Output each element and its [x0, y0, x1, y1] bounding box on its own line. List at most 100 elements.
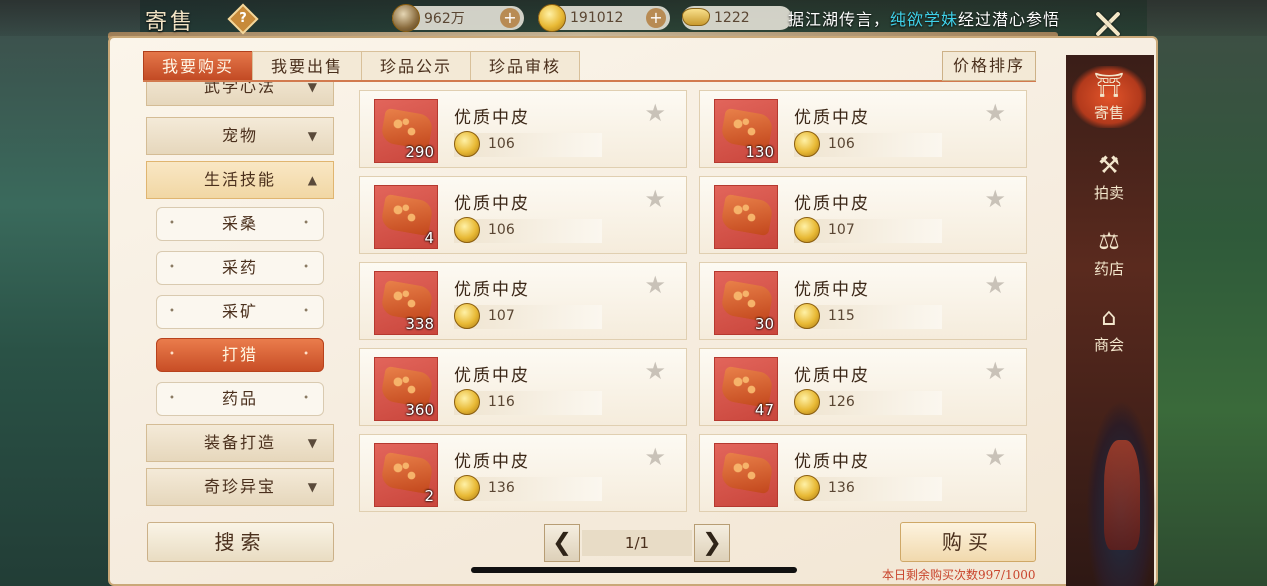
- star-icon[interactable]: ★: [984, 185, 1006, 213]
- item-card[interactable]: 30 优质中皮 ★ 115: [699, 262, 1027, 340]
- category-menu: 武学心法 ▼ 宠物 ▼ 生活技能 ▲ 采桑 采药 采矿 打猎 药品 装备打造 ▼…: [146, 82, 336, 508]
- item-icon: 47: [714, 357, 778, 421]
- subcategory-medicine[interactable]: 药品: [156, 382, 324, 416]
- help-symbol: ?: [239, 11, 247, 26]
- item-price: 116: [488, 394, 515, 410]
- marquee-player-name: 纯欲学妹: [890, 10, 959, 29]
- purchase-quota-text: 本日剩余购买次数997/1000: [882, 568, 1036, 582]
- gold-coin-icon: [794, 131, 820, 157]
- nav-guild-label: 商会: [1093, 336, 1124, 354]
- item-card[interactable]: 优质中皮 ★ 136: [699, 434, 1027, 512]
- buy-button[interactable]: 购买: [900, 522, 1036, 562]
- category-treasures[interactable]: 奇珍异宝 ▼: [146, 468, 334, 506]
- category-equipment-label: 装备打造: [203, 433, 276, 452]
- pagination: ❮ 1/1 ❯: [544, 524, 730, 562]
- tab-treasure-review[interactable]: 珍品审核: [470, 51, 581, 81]
- item-name: 优质中皮: [794, 280, 870, 300]
- category-pets[interactable]: 宠物 ▼: [146, 117, 334, 155]
- prev-page-button[interactable]: ❮: [544, 524, 580, 562]
- nav-guild[interactable]: ⌂ 商会: [1072, 298, 1146, 360]
- item-name: 优质中皮: [454, 452, 530, 472]
- item-price: 106: [828, 136, 855, 152]
- item-price: 107: [488, 308, 515, 324]
- item-icon: 338: [374, 271, 438, 335]
- item-icon: 4: [374, 185, 438, 249]
- price-sort-button[interactable]: 价格排序: [942, 51, 1036, 81]
- nav-consign[interactable]: ⛩ 寄售: [1072, 66, 1146, 128]
- item-name: 优质中皮: [794, 366, 870, 386]
- tab-treasure-public[interactable]: 珍品公示: [361, 51, 472, 81]
- item-card[interactable]: 360 优质中皮 ★ 116: [359, 348, 687, 426]
- resource-copper: 962万 +: [392, 4, 524, 32]
- star-icon[interactable]: ★: [984, 357, 1006, 385]
- item-qty: 47: [754, 401, 774, 419]
- item-price: 107: [828, 222, 855, 238]
- item-price: 136: [488, 480, 515, 496]
- subcategory-mining[interactable]: 采矿: [156, 295, 324, 329]
- category-equipment[interactable]: 装备打造 ▼: [146, 424, 334, 462]
- price-bar: 107: [454, 303, 602, 329]
- star-icon[interactable]: ★: [644, 185, 666, 213]
- item-card[interactable]: 338 优质中皮 ★ 107: [359, 262, 687, 340]
- star-icon[interactable]: ★: [984, 443, 1006, 471]
- category-martial[interactable]: 武学心法 ▼: [146, 82, 334, 106]
- star-icon[interactable]: ★: [984, 99, 1006, 127]
- resource-ingot: 1222: [682, 6, 792, 30]
- nav-consign-label: 寄售: [1093, 104, 1124, 122]
- item-name: 优质中皮: [454, 108, 530, 128]
- add-gold-button[interactable]: +: [646, 8, 666, 28]
- next-page-button[interactable]: ❯: [694, 524, 730, 562]
- item-qty: 130: [745, 143, 774, 161]
- item-name: 优质中皮: [794, 194, 870, 214]
- gold-coin-icon: [794, 303, 820, 329]
- star-icon[interactable]: ★: [644, 271, 666, 299]
- item-price: 136: [828, 480, 855, 496]
- item-card[interactable]: 优质中皮 ★ 107: [699, 176, 1027, 254]
- nav-pharmacy[interactable]: ⚖ 药店: [1072, 222, 1146, 284]
- resource-gold: 191012 +: [538, 4, 670, 32]
- home-indicator: [471, 567, 797, 573]
- search-button[interactable]: 搜索: [147, 522, 334, 562]
- subcategory-hunting[interactable]: 打猎: [156, 338, 324, 372]
- category-life-skills[interactable]: 生活技能 ▲: [146, 161, 334, 199]
- chevron-down-icon: ▼: [307, 129, 319, 143]
- gold-coin-icon: [454, 303, 480, 329]
- item-card[interactable]: 47 优质中皮 ★ 126: [699, 348, 1027, 426]
- item-qty: 338: [405, 315, 434, 333]
- gold-ingot-icon: [682, 8, 710, 26]
- add-copper-button[interactable]: +: [500, 8, 520, 28]
- chevron-up-icon: ▲: [307, 173, 319, 187]
- nav-auction[interactable]: ⚒ 拍卖: [1072, 146, 1146, 208]
- item-price: 106: [488, 136, 515, 152]
- item-card[interactable]: 130 优质中皮 ★ 106: [699, 90, 1027, 168]
- pavilion-icon: ⛩: [1093, 71, 1125, 99]
- copper-coin-icon: [392, 4, 420, 32]
- tab-bar: 我要购买 我要出售 珍品公示 珍品审核: [143, 51, 581, 81]
- close-icon[interactable]: [1090, 6, 1126, 42]
- subcategory-mulberry[interactable]: 采桑: [156, 207, 324, 241]
- subcategory-herbs[interactable]: 采药: [156, 251, 324, 285]
- gold-coin-icon: [454, 475, 480, 501]
- gold-coin-icon: [454, 389, 480, 415]
- item-price: 115: [828, 308, 855, 324]
- item-icon: 290: [374, 99, 438, 163]
- resource-copper-value: 962万: [424, 11, 465, 27]
- marquee-prefix: 据江湖传言，: [788, 10, 891, 29]
- item-icon: 30: [714, 271, 778, 335]
- tab-buy[interactable]: 我要购买: [143, 51, 254, 81]
- tab-sell[interactable]: 我要出售: [252, 51, 363, 81]
- item-card[interactable]: 4 优质中皮 ★ 106: [359, 176, 687, 254]
- item-icon: 2: [374, 443, 438, 507]
- item-qty: 290: [405, 143, 434, 161]
- marquee-suffix: 经过潜心参悟: [958, 10, 1061, 29]
- item-card[interactable]: 2 优质中皮 ★ 136: [359, 434, 687, 512]
- item-qty: 4: [424, 229, 434, 247]
- price-bar: 136: [454, 475, 602, 501]
- star-icon[interactable]: ★: [644, 357, 666, 385]
- star-icon[interactable]: ★: [644, 443, 666, 471]
- star-icon[interactable]: ★: [644, 99, 666, 127]
- gold-coin-icon: [454, 217, 480, 243]
- price-bar: 106: [454, 217, 602, 243]
- star-icon[interactable]: ★: [984, 271, 1006, 299]
- item-card[interactable]: 290 优质中皮 ★ 106: [359, 90, 687, 168]
